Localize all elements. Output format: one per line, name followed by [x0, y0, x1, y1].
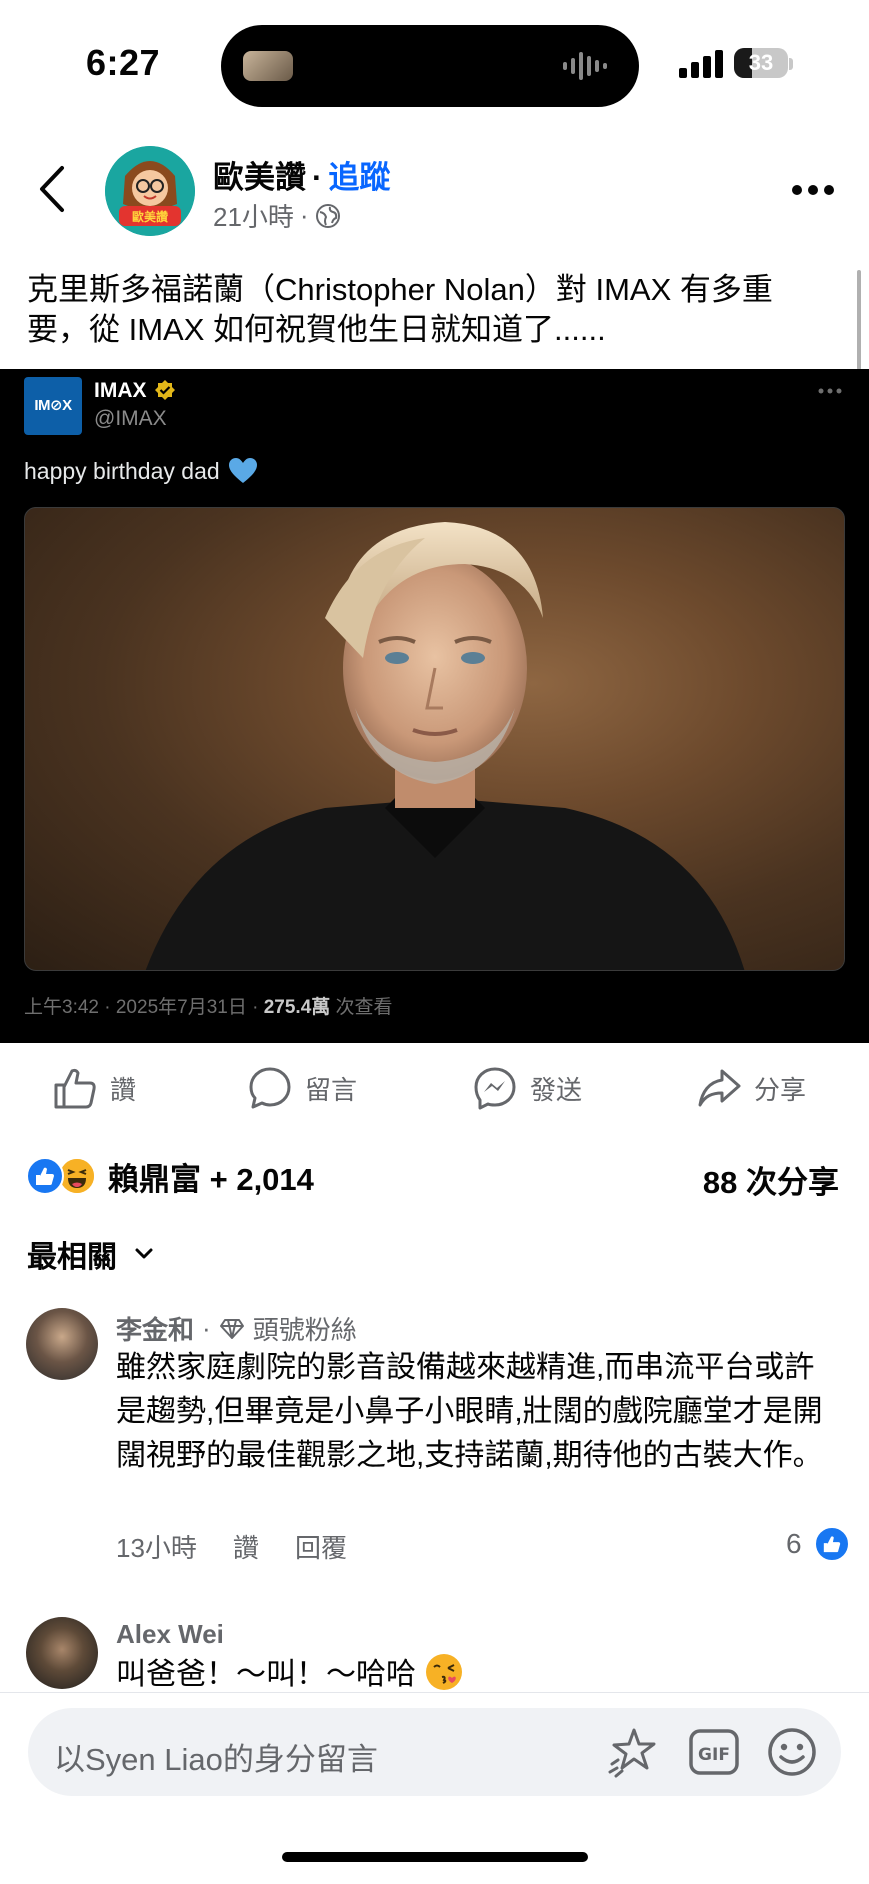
comment-sort-dropdown[interactable]: 最相關	[27, 1232, 155, 1276]
diamond-icon	[219, 1318, 244, 1339]
reactions-text: 賴鼎富 + 2,014	[108, 1161, 314, 1197]
status-bar: 6:27 33	[0, 0, 869, 130]
comment-footer: 13小時 讚 回覆	[116, 1528, 347, 1565]
like-reaction-icon	[26, 1157, 64, 1195]
send-label: 發送	[530, 1074, 583, 1105]
commenter-avatar[interactable]	[26, 1617, 98, 1689]
send-button[interactable]: 發送	[472, 1063, 582, 1113]
comment-time: 13小時	[116, 1533, 197, 1563]
kiss-emoji-icon	[426, 1654, 463, 1690]
comment-text: 雖然家庭劇院的影音設備越來越精進,而串流平台或許是趨勢,但畢竟是小鼻子小眼睛,壯…	[116, 1351, 823, 1472]
name-separator: ·	[312, 160, 323, 195]
tweet-more-icon	[818, 388, 842, 394]
more-options-icon[interactable]	[790, 176, 836, 204]
svg-text:歐美讚: 歐美讚	[132, 209, 168, 224]
like-button[interactable]: 讚	[52, 1063, 136, 1113]
comment-like-count: 6	[786, 1528, 802, 1559]
comment-reply-button[interactable]: 回覆	[295, 1528, 347, 1565]
commenter-avatar[interactable]	[26, 1308, 98, 1380]
share-button[interactable]: 分享	[696, 1063, 806, 1113]
shares-count[interactable]: 88 次分享	[703, 1157, 839, 1202]
tweet-text-row: happy birthday dad	[24, 457, 258, 485]
battery-percentage: 33	[748, 50, 774, 75]
comment-header: Alex Wei	[116, 1619, 224, 1650]
comment-input-placeholder: 以Syen Liao的身分留言	[54, 1742, 378, 1777]
comment-button[interactable]: 留言	[247, 1063, 357, 1113]
chevron-down-icon	[135, 1248, 153, 1259]
share-icon	[698, 1069, 741, 1107]
audio-waveform-icon	[563, 52, 607, 80]
comment-icon	[249, 1067, 291, 1109]
imax-logo: IM⊘X	[24, 377, 82, 435]
like-icon	[54, 1068, 96, 1109]
dynamic-island[interactable]	[221, 25, 639, 107]
globe-icon	[315, 203, 340, 228]
battery-cap	[789, 58, 793, 70]
like-label: 讚	[110, 1074, 137, 1105]
comment-author[interactable]: Alex Wei	[116, 1619, 224, 1650]
verified-icon	[154, 380, 175, 400]
page-name-row: 歐美讚 · 追蹤	[213, 152, 390, 197]
post-caption: 克里斯多福諾蘭（Christopher Nolan）對 IMAX 有多重要，從 …	[27, 272, 773, 347]
post-time[interactable]: 21小時	[213, 197, 294, 234]
comment-header-separator: ·	[202, 1313, 211, 1343]
back-arrow-icon[interactable]	[34, 162, 74, 216]
avatar-sticker-icon[interactable]	[604, 1724, 660, 1780]
page-avatar[interactable]: 歐美讚	[105, 146, 195, 236]
svg-text:GIF: GIF	[698, 1745, 730, 1765]
embedded-tweet-image[interactable]: IM⊘X IMAX @IMAX happy birthday dad 上午3:4…	[0, 369, 869, 1043]
tweet-meta: 上午3:42 · 2025年7月31日 · 275.4萬 次查看	[24, 992, 393, 1019]
emoji-icon[interactable]	[764, 1724, 820, 1780]
tweet-date: 上午3:42 · 2025年7月31日 ·	[24, 997, 264, 1018]
now-playing-thumbnail	[243, 51, 293, 81]
comment-author[interactable]: 李金和	[116, 1310, 194, 1347]
comment-label: 留言	[305, 1074, 358, 1105]
comment-like-button[interactable]: 讚	[233, 1528, 259, 1565]
comment-text: 叫爸爸！～叫！～哈哈	[116, 1658, 416, 1691]
comment-input[interactable]: 以Syen Liao的身分留言 GIF	[28, 1708, 841, 1796]
portrait-illustration	[145, 522, 745, 970]
messenger-icon	[474, 1067, 516, 1110]
share-label: 分享	[754, 1074, 807, 1105]
tweet-views: 275.4萬	[263, 997, 331, 1018]
comment-text-row: 叫爸爸！～叫！～哈哈	[116, 1652, 464, 1697]
reactions-summary[interactable]: 賴鼎富 + 2,014	[26, 1152, 314, 1200]
page-avatar-illustration: 歐美讚	[105, 146, 195, 236]
scroll-indicator	[857, 270, 861, 370]
comment-sort-label: 最相關	[27, 1241, 117, 1274]
comment-like-badge-icon[interactable]	[814, 1526, 850, 1562]
cellular-signal-icon	[679, 50, 723, 78]
blue-heart-icon	[228, 458, 257, 483]
follow-button[interactable]: 追蹤	[328, 160, 390, 195]
tweet-author-name: IMAX	[94, 379, 147, 402]
meta-separator: ·	[299, 200, 309, 230]
tweet-views-suffix: 次查看	[330, 997, 393, 1018]
post-meta: 21小時 ·	[213, 197, 341, 234]
comment-header: 李金和 · 頭號粉絲	[116, 1310, 357, 1347]
post-action-bar: 讚 留言 發送 分享	[0, 1043, 869, 1133]
battery-indicator: 33	[734, 48, 788, 78]
top-fan-badge: 頭號粉絲	[252, 1315, 357, 1345]
tweet-handle: @IMAX	[94, 407, 167, 430]
page-name[interactable]: 歐美讚	[213, 160, 306, 195]
gif-icon[interactable]: GIF	[686, 1724, 742, 1780]
portrait-photo	[24, 507, 845, 971]
home-indicator[interactable]	[282, 1852, 588, 1862]
tweet-text: happy birthday dad	[24, 457, 220, 484]
status-time: 6:27	[86, 42, 161, 83]
tweet-author: IMAX	[94, 379, 177, 403]
